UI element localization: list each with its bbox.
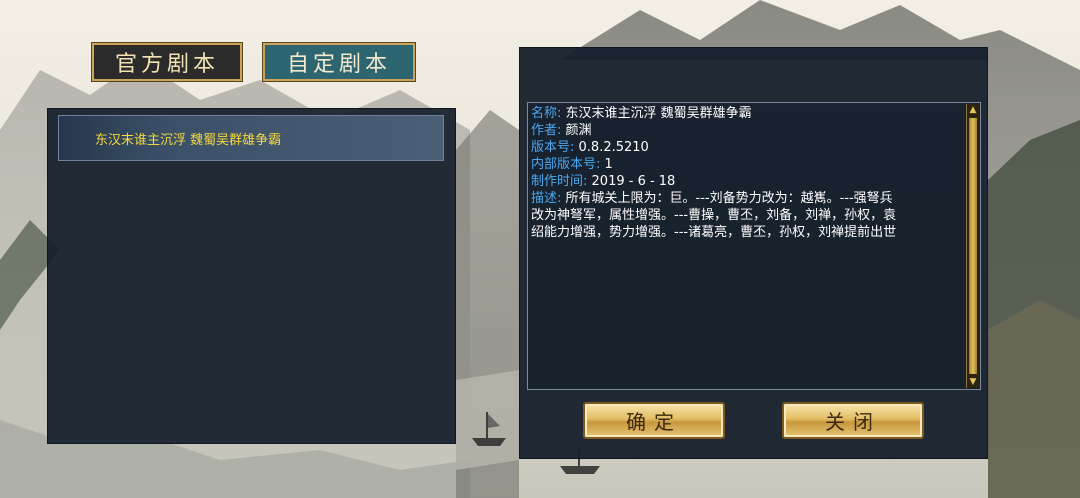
scenario-title: 东汉末谁主沉浮 魏蜀吴群雄争霸 xyxy=(95,132,282,148)
tab-official-scenarios[interactable]: 官方剧本 xyxy=(91,42,243,82)
close-button[interactable]: 关闭 xyxy=(782,402,924,439)
scenario-detail-panel: 名称: 东汉末谁主沉浮 魏蜀吴群雄争霸 作者: 颜渊 版本号: 0.8.2.52… xyxy=(519,47,988,459)
scenario-info-text: 名称: 东汉末谁主沉浮 魏蜀吴群雄争霸 作者: 颜渊 版本号: 0.8.2.52… xyxy=(531,105,963,241)
author-value: 颜渊 xyxy=(561,123,592,138)
scenario-list-item[interactable]: 东汉末谁主沉浮 魏蜀吴群雄争霸 xyxy=(58,115,444,161)
info-author: 作者: 颜渊 xyxy=(531,122,963,139)
description-line-3: 绍能力增强，势力增强。---诸葛亮，曹丕，孙权，刘禅提前出世 xyxy=(531,225,897,240)
internal-version-label: 内部版本号: xyxy=(531,157,601,172)
internal-version-value: 1 xyxy=(600,157,613,172)
info-internal-version: 内部版本号: 1 xyxy=(531,156,963,173)
made-time-value: 2019 - 6 - 18 xyxy=(587,174,676,189)
scenario-info-box[interactable]: 名称: 东汉末谁主沉浮 魏蜀吴群雄争霸 作者: 颜渊 版本号: 0.8.2.52… xyxy=(527,102,981,390)
description-line-2: 改为神弩军，属性增强。---曹操，曹丕，刘备，刘禅，孙权，袁 xyxy=(531,208,897,223)
info-description: 描述: 所有城关上限为：巨。---刘备势力改为：越嶲。---强弩兵 xyxy=(531,190,963,207)
scenario-list-panel: 东汉末谁主沉浮 魏蜀吴群雄争霸 xyxy=(47,108,456,444)
version-label: 版本号: xyxy=(531,140,575,155)
info-version: 版本号: 0.8.2.5210 xyxy=(531,139,963,156)
info-name: 名称: 东汉末谁主沉浮 魏蜀吴群雄争霸 xyxy=(531,105,963,122)
name-label: 名称: xyxy=(531,106,562,121)
info-made-time: 制作时间: 2019 - 6 - 18 xyxy=(531,173,963,190)
scroll-up-icon[interactable]: ▲ xyxy=(968,105,978,115)
scroll-thumb[interactable] xyxy=(969,118,977,374)
confirm-button[interactable]: 确定 xyxy=(583,402,725,439)
description-line-1: 所有城关上限为：巨。---刘备势力改为：越嶲。---强弩兵 xyxy=(561,191,893,206)
scroll-down-icon[interactable]: ▼ xyxy=(968,377,978,387)
name-value: 东汉末谁主沉浮 魏蜀吴群雄争霸 xyxy=(561,106,752,121)
version-value: 0.8.2.5210 xyxy=(574,140,649,155)
made-time-label: 制作时间: xyxy=(531,174,588,189)
tab-custom-scenarios[interactable]: 自定剧本 xyxy=(262,42,416,82)
info-scrollbar[interactable]: ▲ ▼ xyxy=(966,104,979,388)
author-label: 作者: xyxy=(531,123,562,138)
description-label: 描述: xyxy=(531,191,562,206)
